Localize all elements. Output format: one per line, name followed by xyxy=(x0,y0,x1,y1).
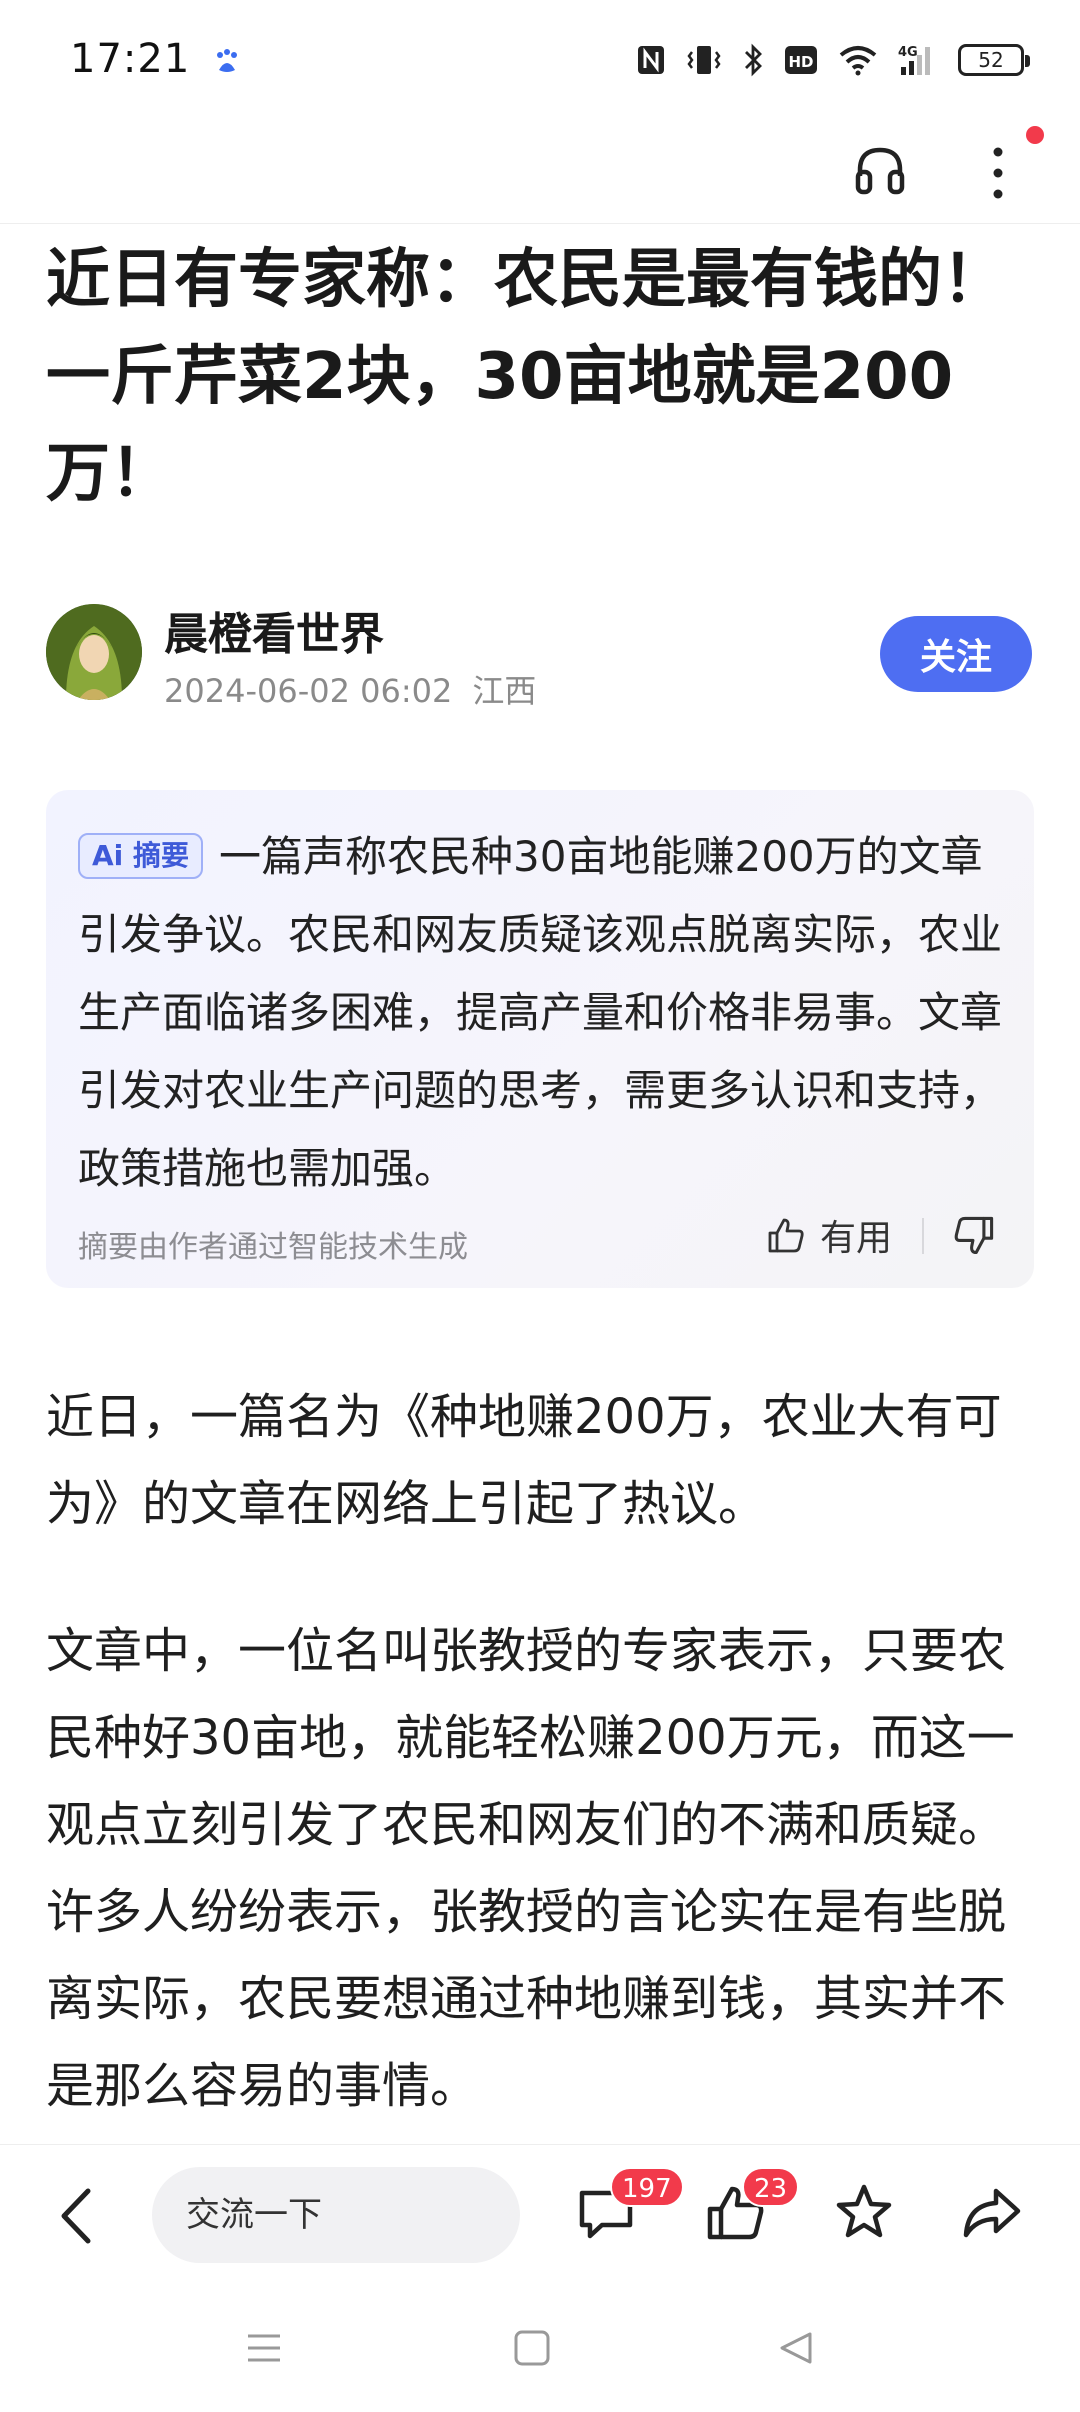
like-button[interactable]: 23 xyxy=(704,2167,800,2245)
summary-note: 摘要由作者通过智能技术生成 xyxy=(78,1230,468,1265)
share-button[interactable] xyxy=(960,2181,1024,2245)
author-meta: 2024-06-02 06:02 江西 xyxy=(164,666,536,712)
nfc-icon xyxy=(638,46,664,74)
article-title: 近日有专家称：农民是最有钱的！一斤芹菜2块，30亩地就是200万！ xyxy=(46,243,1006,511)
ai-summary-badge: Ai 摘要 xyxy=(78,833,204,879)
status-bar: 17:21 HD 4G 52 xyxy=(0,0,1080,120)
signal-4g-icon: 4G xyxy=(898,45,930,75)
menu-icon[interactable] xyxy=(244,2328,284,2368)
baidu-paw-icon xyxy=(217,49,237,72)
favorite-button[interactable] xyxy=(832,2181,896,2245)
article-paragraph: 近日，一篇名为《种地赚200万，农业大有可为》的文章在网络上引起了热议。 xyxy=(46,1389,1002,1532)
useful-label: 有用 xyxy=(820,1218,893,1259)
home-square-icon[interactable] xyxy=(512,2328,552,2368)
hd-icon: HD xyxy=(785,46,817,74)
article-paragraph: 文章中，一位名叫张教授的专家表示，只要农民种好30亩地，就能轻松赚200万元，而… xyxy=(46,1623,1015,2114)
system-navigation-bar xyxy=(0,2284,1080,2412)
status-icons: HD 4G 52 xyxy=(636,40,1030,80)
comment-button[interactable]: 197 xyxy=(574,2167,684,2245)
svg-text:HD: HD xyxy=(788,53,813,71)
publish-datetime: 2024-06-02 06:02 xyxy=(164,672,453,710)
summary-divider xyxy=(922,1218,924,1254)
publish-location: 江西 xyxy=(472,672,537,710)
status-time: 17:21 xyxy=(70,36,191,82)
bottom-action-bar: 交流一下 197 23 xyxy=(0,2144,1080,2284)
share-icon xyxy=(963,2188,1021,2238)
summary-text: 一篇声称农民种30亩地能赚200万的文章引发争议。农民和网友质疑该观点脱离实际，… xyxy=(78,832,1003,1193)
top-bar xyxy=(0,120,1080,224)
avatar[interactable] xyxy=(46,604,142,700)
bluetooth-icon xyxy=(745,43,762,77)
battery-icon: 52 xyxy=(958,44,1030,76)
headphones-icon[interactable] xyxy=(852,142,908,198)
ai-summary-card: Ai 摘要 一篇声称农民种30亩地能赚200万的文章引发争议。农民和网友质疑该观点… xyxy=(46,790,1034,1288)
comment-count-badge: 197 xyxy=(610,2167,684,2207)
like-count-badge: 23 xyxy=(742,2167,800,2207)
author-name[interactable]: 晨橙看世界 xyxy=(164,598,384,662)
vibrate-icon xyxy=(687,46,721,74)
svg-text:4G: 4G xyxy=(898,45,918,60)
more-icon[interactable] xyxy=(978,138,1018,208)
comment-input[interactable]: 交流一下 xyxy=(152,2167,520,2263)
notification-dot xyxy=(1026,126,1044,144)
useful-button[interactable]: 有用 xyxy=(766,1210,892,1260)
wifi-icon xyxy=(839,46,877,76)
back-arrow-icon[interactable] xyxy=(52,2185,102,2247)
star-icon xyxy=(836,2184,892,2238)
summary-content: Ai 摘要 一篇声称农民种30亩地能赚200万的文章引发争议。农民和网友质疑该观点… xyxy=(78,818,1008,1208)
battery-level: 52 xyxy=(978,48,1004,72)
avatar-portrait-icon xyxy=(46,604,142,700)
thumbs-up-icon xyxy=(768,1218,804,1253)
back-triangle-icon[interactable] xyxy=(776,2328,816,2368)
thumbs-down-icon[interactable] xyxy=(952,1214,996,1258)
follow-button[interactable]: 关注 xyxy=(880,616,1032,692)
